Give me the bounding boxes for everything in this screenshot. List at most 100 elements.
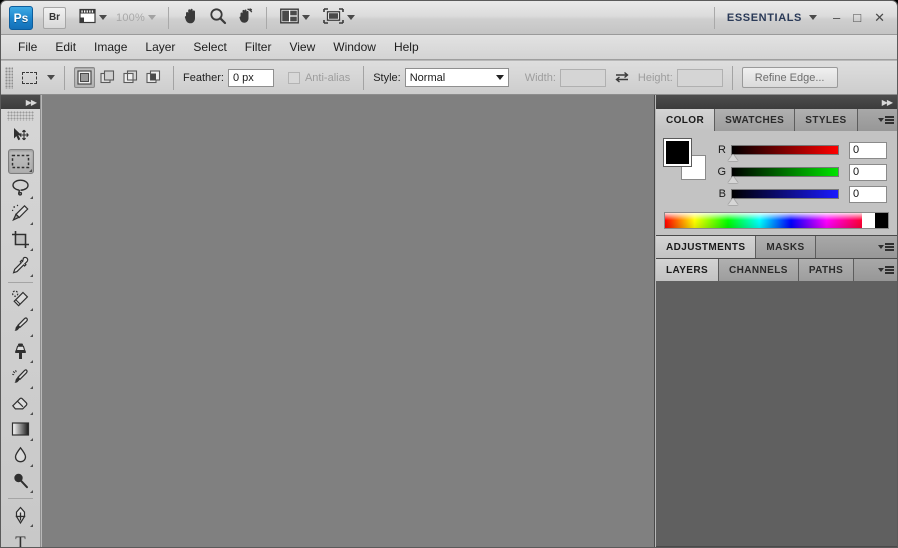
add-to-selection-button[interactable]	[97, 67, 118, 88]
tab-channels[interactable]: CHANNELS	[719, 259, 799, 281]
blue-slider-thumb[interactable]	[728, 198, 738, 205]
dock-collapse-button[interactable]: ▶▶	[656, 95, 897, 109]
chevron-down-icon[interactable]	[47, 75, 55, 80]
feather-input[interactable]: 0 px	[227, 68, 274, 87]
workspace-label[interactable]: ESSENTIALS	[727, 12, 802, 24]
blue-label: B	[718, 188, 726, 200]
menu-view[interactable]: View	[280, 37, 324, 57]
red-slider-thumb[interactable]	[728, 154, 738, 161]
zoom-tool-button[interactable]	[209, 5, 227, 31]
zoom-level-dropdown[interactable]: 100%	[116, 5, 156, 31]
anti-alias-checkbox[interactable]	[287, 71, 300, 84]
menu-filter[interactable]: Filter	[236, 37, 281, 57]
tool-more-indicator	[29, 490, 33, 493]
view-extras-menu[interactable]	[79, 5, 107, 31]
options-bar-grip[interactable]	[5, 66, 13, 89]
menu-help[interactable]: Help	[385, 37, 428, 57]
blur-tool[interactable]	[8, 443, 34, 468]
tools-collapse-button[interactable]: ▶▶	[1, 95, 40, 109]
menu-select[interactable]: Select	[184, 37, 235, 57]
style-selected-value: Normal	[409, 71, 446, 84]
crop-tool[interactable]	[8, 227, 34, 252]
intersect-with-selection-button[interactable]	[143, 67, 164, 88]
screen-mode-menu[interactable]	[323, 5, 355, 31]
green-label: G	[717, 166, 726, 178]
tools-panel-grip[interactable]	[7, 111, 34, 121]
tab-adjustments[interactable]: ADJUSTMENTS	[656, 236, 757, 258]
refine-edge-button[interactable]: Refine Edge...	[741, 67, 838, 88]
menu-window[interactable]: Window	[324, 37, 385, 57]
tab-color[interactable]: COLOR	[656, 109, 716, 131]
height-input[interactable]	[676, 68, 723, 87]
menu-image[interactable]: Image	[85, 37, 136, 57]
black-swatch[interactable]	[875, 213, 888, 228]
adjustments-panel-menu-button[interactable]	[875, 236, 897, 258]
lasso-tool[interactable]	[8, 175, 34, 200]
tab-swatches[interactable]: SWATCHES	[715, 109, 796, 131]
tab-layers[interactable]: LAYERS	[656, 259, 720, 281]
rotate-view-tool-button[interactable]	[236, 5, 254, 31]
new-selection-button[interactable]	[74, 67, 95, 88]
red-slider[interactable]	[728, 145, 839, 161]
layers-panel-tabs: LAYERS CHANNELS PATHS	[656, 259, 897, 281]
spectrum-gradient[interactable]	[665, 213, 862, 228]
minimize-button[interactable]: –	[833, 11, 840, 24]
divider	[64, 65, 65, 90]
white-swatch[interactable]	[862, 213, 875, 228]
brush-tool[interactable]	[8, 313, 34, 338]
move-tool[interactable]	[8, 123, 34, 148]
tool-more-indicator	[29, 412, 33, 415]
adjustments-panel-group: ADJUSTMENTS MASKS	[656, 236, 897, 259]
tool-more-indicator	[29, 524, 33, 527]
close-button[interactable]: ✕	[874, 11, 885, 24]
chevron-down-icon[interactable]	[809, 15, 817, 20]
menu-layer[interactable]: Layer	[136, 37, 184, 57]
menu-file[interactable]: File	[9, 37, 46, 57]
photoshop-logo-icon: Ps	[9, 5, 33, 30]
current-tool-preview[interactable]	[17, 67, 41, 89]
eyedropper-tool[interactable]	[8, 253, 34, 278]
tab-paths[interactable]: PATHS	[798, 259, 855, 281]
tab-styles[interactable]: STYLES	[795, 109, 858, 131]
gradient-tool[interactable]	[8, 417, 34, 442]
layers-panel-body[interactable]	[656, 281, 897, 546]
quick-selection-tool[interactable]	[8, 201, 34, 226]
dodge-tool[interactable]	[8, 469, 34, 494]
foreground-color-swatch[interactable]	[663, 138, 692, 167]
color-spectrum-ramp[interactable]	[664, 212, 889, 229]
clone-stamp-tool[interactable]	[8, 339, 34, 364]
magnifier-icon	[209, 7, 227, 28]
history-brush-tool[interactable]	[8, 365, 34, 390]
blue-value-input[interactable]: 0	[849, 185, 887, 203]
color-panel-group: COLOR SWATCHES STYLES R 0 G 0 B 0	[656, 109, 897, 236]
blue-slider[interactable]	[728, 189, 839, 205]
hand-tool-button[interactable]	[182, 5, 200, 31]
green-slider[interactable]	[728, 167, 839, 183]
menu-edit[interactable]: Edit	[46, 37, 85, 57]
divider	[363, 65, 365, 90]
color-panel-menu-button[interactable]	[875, 109, 897, 131]
green-slider-thumb[interactable]	[728, 176, 738, 183]
arrange-documents-menu[interactable]	[280, 5, 310, 31]
chevron-down-icon	[495, 75, 504, 80]
rectangular-marquee-tool[interactable]	[7, 149, 34, 174]
swap-dimensions-button[interactable]	[614, 70, 630, 86]
width-input[interactable]	[559, 68, 606, 87]
layers-panel-menu-button[interactable]	[875, 259, 897, 281]
style-select[interactable]: Normal	[404, 68, 509, 87]
spot-healing-brush-tool[interactable]	[8, 287, 34, 312]
color-swatches	[663, 138, 708, 181]
style-label: Style:	[373, 71, 401, 84]
arrange-documents-icon	[280, 8, 299, 27]
green-value-input[interactable]: 0	[849, 163, 887, 181]
eraser-tool[interactable]	[8, 391, 34, 416]
pen-tool[interactable]	[8, 503, 34, 528]
horizontal-type-tool[interactable]: T	[8, 529, 34, 548]
maximize-button[interactable]: □	[853, 11, 861, 24]
launch-bridge-button[interactable]: Br	[43, 6, 66, 29]
tool-more-indicator	[29, 464, 33, 467]
tab-masks[interactable]: MASKS	[756, 236, 816, 258]
red-value-input[interactable]: 0	[849, 141, 887, 159]
subtract-from-selection-button[interactable]	[120, 67, 141, 88]
document-canvas-area[interactable]	[42, 95, 655, 547]
